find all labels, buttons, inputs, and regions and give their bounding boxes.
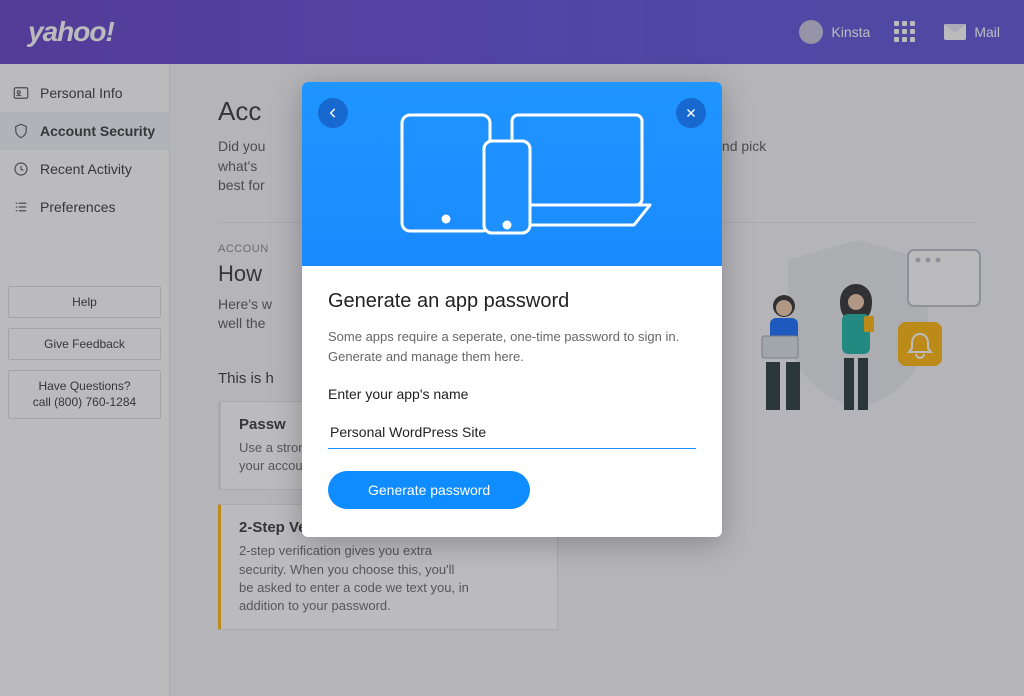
app-name-input[interactable]	[328, 418, 696, 449]
modal-header	[302, 82, 722, 266]
modal-overlay[interactable]: Generate an app password Some apps requi…	[0, 0, 1024, 696]
devices-icon	[372, 97, 652, 252]
close-icon	[684, 106, 698, 120]
generate-app-password-modal: Generate an app password Some apps requi…	[302, 82, 722, 537]
back-button[interactable]	[318, 98, 348, 128]
modal-title: Generate an app password	[328, 290, 696, 313]
modal-description: Some apps require a seperate, one-time p…	[328, 327, 696, 366]
app-name-label: Enter your app's name	[328, 386, 696, 402]
chevron-left-icon	[326, 106, 340, 120]
close-button[interactable]	[676, 98, 706, 128]
generate-password-button[interactable]: Generate password	[328, 471, 530, 509]
